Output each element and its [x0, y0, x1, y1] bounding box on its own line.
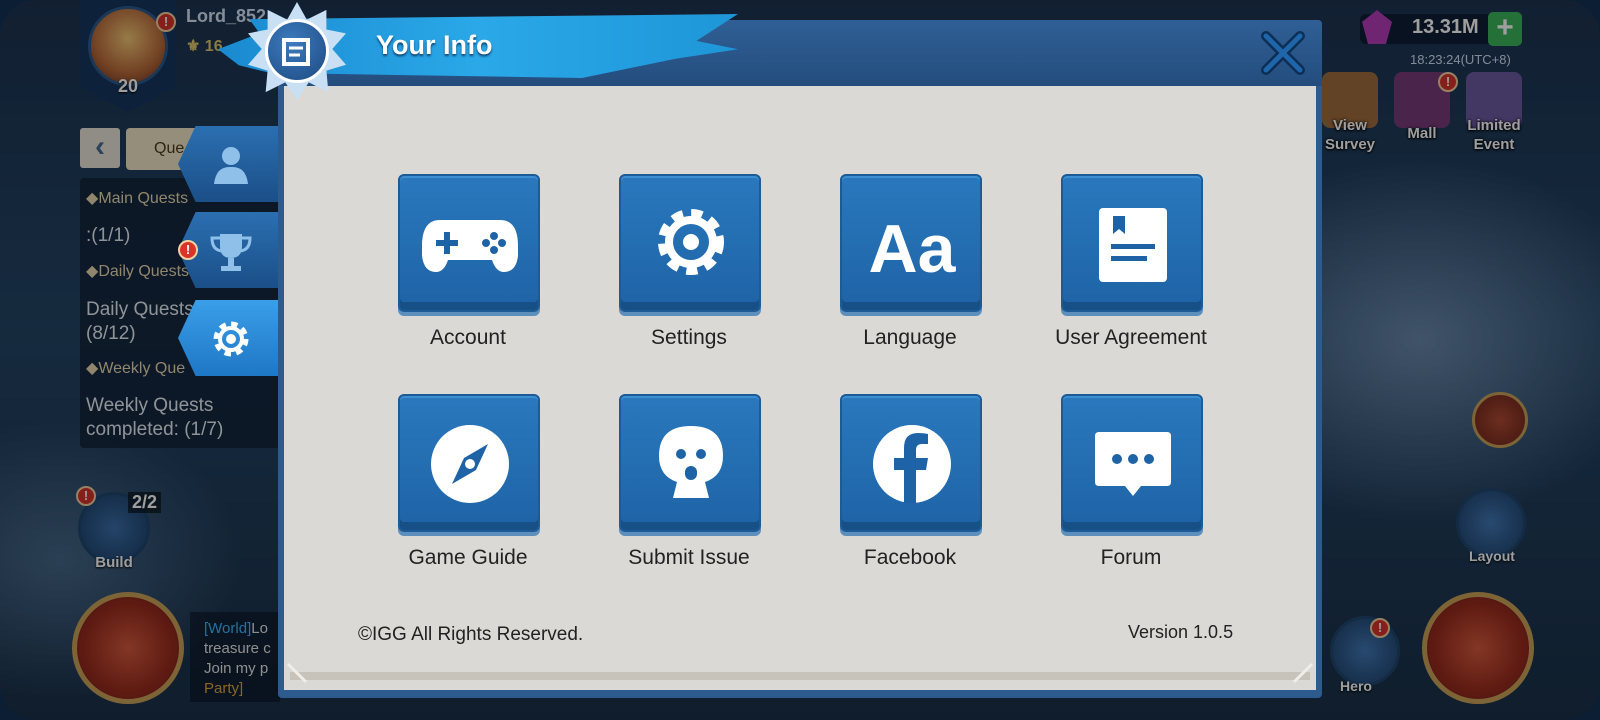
facebook-button[interactable]: [840, 394, 982, 532]
account-button[interactable]: [398, 174, 540, 312]
profile-icon: [214, 147, 248, 184]
forum-label: Forum: [1100, 546, 1162, 569]
trophy-icon: [210, 234, 252, 271]
language-label: Language: [863, 326, 957, 349]
achievements-alert-icon: !: [178, 240, 198, 260]
user-agreement-button[interactable]: [1061, 174, 1203, 312]
document-icon: [1099, 208, 1167, 282]
dialog-body-shelf: [290, 672, 1310, 680]
gear-icon: [213, 321, 249, 357]
forum-button[interactable]: [1061, 394, 1203, 532]
info-badge-icon: [265, 19, 329, 83]
settings-button[interactable]: [619, 174, 761, 312]
user-agreement-label: User Agreement: [1055, 326, 1207, 349]
close-button[interactable]: [1258, 30, 1308, 78]
copyright-text: ©IGG All Rights Reserved.: [358, 624, 584, 645]
svg-text:Aa: Aa: [869, 211, 957, 287]
tab-profile[interactable]: [178, 126, 288, 202]
game-guide-button[interactable]: [398, 394, 540, 532]
screen: 20 ! Lord_852 ⚜ 16 13.31M + 18:23:24(UTC…: [0, 0, 1600, 720]
version-text: Version 1.0.5: [1128, 622, 1234, 642]
compass-icon: [431, 425, 509, 503]
feedback-icon: [659, 426, 723, 498]
settings-gear-icon: [658, 209, 724, 275]
account-label: Account: [430, 326, 506, 349]
close-icon: [1261, 31, 1305, 75]
settings-label: Settings: [651, 326, 727, 349]
gamepad-icon: [422, 220, 518, 272]
tab-info-settings[interactable]: [178, 300, 288, 376]
corner-ornament-icon: [286, 662, 308, 684]
language-button[interactable]: Aa: [840, 174, 982, 312]
submit-issue-label: Submit Issue: [628, 546, 750, 569]
chat-icon: [1095, 432, 1171, 496]
corner-ornament-icon: [1292, 662, 1314, 684]
game-guide-label: Game Guide: [408, 546, 528, 569]
facebook-label: Facebook: [863, 546, 957, 569]
language-icon: Aa: [869, 211, 957, 287]
submit-issue-button[interactable]: [619, 394, 761, 532]
facebook-icon: [873, 425, 951, 503]
dialog-title: Your Info: [376, 30, 493, 60]
